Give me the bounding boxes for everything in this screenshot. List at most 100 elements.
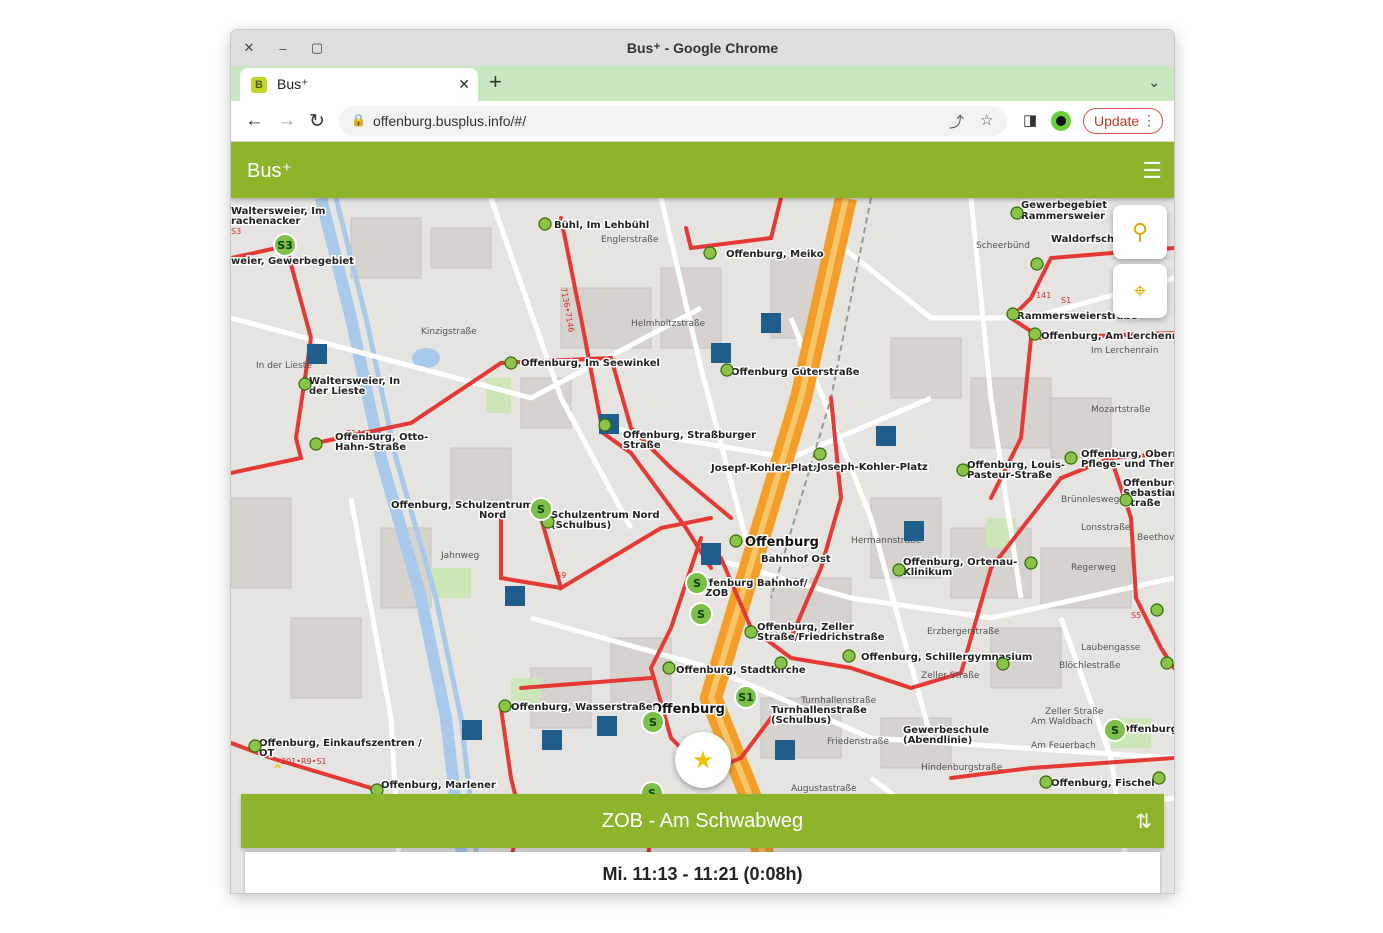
route-title: ZOB - Am Schwabweg (601, 809, 804, 832)
star-icon: ★ (692, 746, 714, 774)
svg-text:Pflege- und Therap: Pflege- und Therap (1081, 459, 1174, 470)
svg-text:Offenburg, Einkaufszentren /: Offenburg, Einkaufszentren / (259, 738, 422, 749)
svg-text:Straße: Straße (623, 440, 661, 451)
address-bar[interactable]: 🔒 offenburg.busplus.info/#/ ⤴ ☆ (339, 106, 1007, 136)
svg-text:Englerstraße: Englerstraße (601, 235, 659, 245)
svg-text:OT: OT (259, 748, 275, 759)
window-title: Bus⁺ - Google Chrome (626, 39, 779, 56)
svg-text:S: S (649, 716, 657, 729)
svg-text:S: S (693, 577, 701, 590)
app-bar: Bus⁺ ☰ (231, 142, 1174, 198)
new-tab-icon[interactable]: + (489, 69, 502, 95)
app-brand[interactable]: Bus⁺ (247, 158, 292, 183)
url-text[interactable]: offenburg.busplus.info/#/ (373, 113, 526, 129)
svg-text:der Lieste: der Lieste (309, 386, 366, 397)
kebab-menu-icon[interactable]: ⋮ (1142, 112, 1156, 129)
favicon-icon: B (251, 76, 267, 93)
svg-text:(Abendlinie): (Abendlinie) (903, 735, 972, 746)
svg-text:Pasteur-Straße: Pasteur-Straße (967, 470, 1052, 481)
svg-text:Offenburg, Wasserstraße: Offenburg, Wasserstraße (511, 702, 653, 713)
svg-text:⌃: ⌃ (271, 761, 284, 780)
svg-text:Waldorfsch: Waldorfsch (1051, 234, 1114, 245)
search-icon: ⚲ (1131, 219, 1149, 244)
profile-avatar[interactable] (1051, 111, 1071, 131)
line-label-s3: S3 (231, 227, 241, 236)
share-icon[interactable]: ⤴ (949, 111, 964, 132)
swap-direction-icon[interactable]: ⇅ (1135, 809, 1152, 834)
svg-text:Rammersweier: Rammersweier (1021, 211, 1105, 222)
svg-text:Offenburg, Am: Offenburg, Am (1121, 724, 1174, 735)
svg-text:Am Feuerbach: Am Feuerbach (1031, 741, 1096, 751)
tab-label: Bus⁺ (277, 76, 309, 92)
map-canvas[interactable]: S3 7144•S3 7136•7146 S9 7141 S1 S5 301•R… (231, 198, 1174, 893)
svg-text:(Schulbus): (Schulbus) (771, 715, 831, 726)
svg-text:S: S (1111, 724, 1119, 737)
svg-text:In der Lieste: In der Lieste (256, 361, 312, 371)
svg-text:Straße/Friedrichstraße: Straße/Friedrichstraße (757, 632, 885, 643)
crosshair-icon: ⌖ (1133, 278, 1147, 303)
svg-text:Hindenburgstraße: Hindenburgstraße (921, 763, 1003, 773)
svg-text:Josepf-Kohler-Platz: Josepf-Kohler-Platz (710, 463, 819, 474)
line-label-s9: S9 (556, 571, 566, 580)
browser-toolbar: ← → ↻ 🔒 offenburg.busplus.info/#/ ⤴ ☆ ◨ … (231, 101, 1174, 142)
svg-text:Offenburg, Fischel: Offenburg, Fischel (1051, 778, 1155, 789)
lock-icon[interactable]: 🔒 (351, 113, 366, 127)
maximize-window-icon[interactable]: ▢ (307, 38, 327, 58)
svg-text:S: S (697, 608, 705, 621)
svg-text:S: S (537, 503, 545, 516)
bookmark-star-icon[interactable]: ☆ (980, 111, 993, 129)
minimize-window-icon[interactable]: – (273, 38, 293, 58)
route-header[interactable]: ZOB - Am Schwabweg ⇅ (241, 794, 1164, 848)
close-window-icon[interactable]: ✕ (239, 38, 259, 58)
svg-text:Jahnweg: Jahnweg (440, 551, 479, 561)
svg-text:Laubengasse: Laubengasse (1081, 643, 1141, 653)
browser-window: ✕ – ▢ Bus⁺ - Google Chrome B Bus⁺ ✕ + ⌄ … (231, 30, 1174, 893)
svg-text:ZOB: ZOB (705, 588, 728, 599)
locate-button[interactable]: ⌖ (1113, 264, 1167, 318)
svg-text:Brünnlesweg: Brünnlesweg (1061, 495, 1119, 505)
back-icon[interactable]: ← (245, 110, 264, 132)
tab-close-icon[interactable]: ✕ (458, 76, 470, 93)
svg-text:Regerweg: Regerweg (1071, 563, 1116, 573)
search-button[interactable]: ⚲ (1113, 205, 1167, 259)
svg-text:Turnhallenstraße: Turnhallenstraße (800, 696, 877, 706)
tab-busplus[interactable]: B Bus⁺ ✕ (240, 68, 478, 101)
svg-text:Beethoven: Beethoven (1137, 533, 1174, 543)
trip-summary: Mi. 11:13 - 11:21 (0:08h) (602, 864, 803, 884)
svg-text:Offenburg, Schulzentrum: Offenburg, Schulzentrum (391, 500, 533, 511)
svg-text:Im Lerchenrain: Im Lerchenrain (1091, 346, 1159, 356)
line-label-7141: 7141 (1031, 291, 1051, 300)
reload-icon[interactable]: ↻ (309, 110, 325, 133)
favorites-button[interactable]: ★ (675, 732, 731, 788)
svg-text:Hahn-Straße: Hahn-Straße (335, 442, 406, 453)
tab-strip: B Bus⁺ ✕ + ⌄ (231, 66, 1174, 101)
side-panel-icon[interactable]: ◨ (1023, 111, 1037, 129)
svg-text:Offenburg, Im Seewinkel: Offenburg, Im Seewinkel (521, 358, 660, 369)
svg-text:Zeller Straße: Zeller Straße (1045, 707, 1104, 717)
svg-text:Bahnhof Ost: Bahnhof Ost (761, 554, 831, 565)
update-button[interactable]: Update ⋮ (1083, 108, 1163, 134)
svg-text:Nord: Nord (479, 510, 506, 521)
svg-text:Erzbergerstraße: Erzbergerstraße (927, 627, 1000, 637)
svg-text:Scheerbünd: Scheerbünd (976, 241, 1030, 251)
svg-text:Mozartstraße: Mozartstraße (1091, 405, 1151, 415)
svg-text:weier, Gewerbegebiet: weier, Gewerbegebiet (231, 256, 354, 267)
svg-text:Friedenstraße: Friedenstraße (827, 737, 889, 747)
tab-search-chevron-icon[interactable]: ⌄ (1148, 74, 1160, 91)
map-view[interactable]: S3 7144•S3 7136•7146 S9 7141 S1 S5 301•R… (231, 198, 1174, 893)
svg-text:(Schulbus): (Schulbus) (551, 520, 611, 531)
svg-text:Helmholtzstraße: Helmholtzstraße (631, 319, 706, 329)
svg-text:Augustastraße: Augustastraße (791, 784, 857, 794)
svg-text:Gewerbegebiet: Gewerbegebiet (1021, 200, 1107, 211)
line-label-s5: S5 (1131, 611, 1141, 620)
svg-text:Offenburg Güterstraße: Offenburg Güterstraße (731, 367, 860, 378)
svg-text:Lonsstraße: Lonsstraße (1081, 523, 1131, 533)
trip-card[interactable]: Mi. 11:13 - 11:21 (0:08h) (245, 852, 1160, 893)
svg-text:S3: S3 (277, 239, 293, 252)
svg-text:S1: S1 (738, 691, 754, 704)
forward-icon[interactable]: → (277, 110, 296, 132)
svg-text:Offenburg, Meiko: Offenburg, Meiko (726, 249, 824, 260)
hamburger-menu-icon[interactable]: ☰ (1142, 158, 1162, 184)
line-label-301: 301•R9•S1 (281, 757, 327, 766)
line-label-s1: S1 (1061, 296, 1071, 305)
